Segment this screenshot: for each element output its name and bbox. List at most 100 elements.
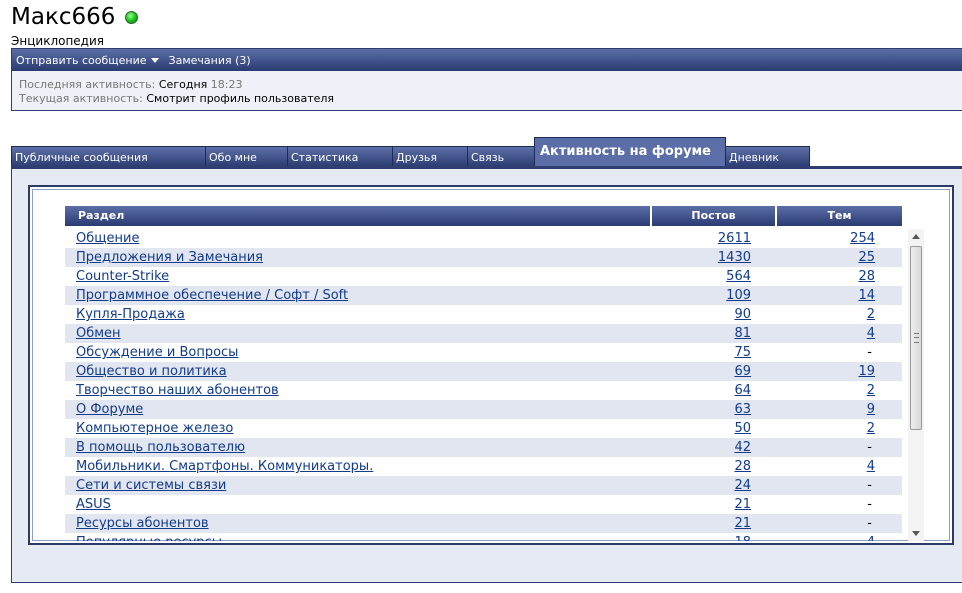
table-row: О Форуме 63 9: [65, 400, 902, 419]
last-activity-label: Последняя активность:: [19, 78, 156, 91]
tab-statistics[interactable]: Статистика: [287, 146, 393, 167]
threads-count-link[interactable]: 14: [751, 286, 875, 305]
forum-section-link[interactable]: Ресурсы абонентов: [65, 514, 638, 533]
threads-count-link[interactable]: 4: [751, 533, 875, 541]
threads-count-link[interactable]: 4: [751, 324, 875, 343]
threads-count-link[interactable]: 28: [751, 267, 875, 286]
table-row: Обсуждение и Вопросы 75 -: [65, 343, 902, 362]
posts-count-link[interactable]: 21: [638, 514, 751, 533]
table-row: Предложения и Замечания 1430 25: [65, 248, 902, 267]
tab-forum-activity[interactable]: Активность на форуме: [534, 137, 726, 167]
posts-count-link[interactable]: 63: [638, 400, 751, 419]
posts-count-link[interactable]: 109: [638, 286, 751, 305]
username: Макс666: [11, 4, 116, 30]
tab-about-me[interactable]: Обо мне: [205, 146, 288, 167]
threads-count-link[interactable]: 2: [751, 419, 875, 438]
profile-tabs: Публичные сообщения Обо мне Статистика Д…: [11, 137, 962, 167]
table-row: Мобильники. Смартфоны. Коммуникаторы. 28 4: [65, 457, 902, 476]
forum-section-link[interactable]: Купля-Продажа: [65, 305, 638, 324]
threads-count-link: -: [867, 497, 872, 512]
threads-count-link: -: [867, 478, 872, 493]
table-row: Программное обеспечение / Софт / Soft 109…: [65, 286, 902, 305]
profile-action-bar: Отправить сообщение Замечания (3): [12, 49, 962, 71]
posts-count-link[interactable]: 2611: [638, 229, 751, 248]
threads-count-link[interactable]: 19: [751, 362, 875, 381]
table-row: Купля-Продажа 90 2: [65, 305, 902, 324]
forum-section-link[interactable]: В помощь пользователю: [65, 438, 638, 457]
warnings-link[interactable]: Замечания (3): [169, 54, 251, 67]
posts-count-link[interactable]: 64: [638, 381, 751, 400]
scroll-up-icon[interactable]: [912, 234, 920, 239]
scrollbar[interactable]: [908, 229, 924, 541]
grip-icon: [914, 333, 919, 343]
last-activity: Последняя активность: Сегодня 18:23: [19, 78, 242, 91]
threads-count-link: -: [867, 345, 872, 360]
table-row: ASUS 21 -: [65, 495, 902, 514]
tab-blog[interactable]: Дневник: [725, 146, 810, 167]
table-row: Популярные ресурсы184: [65, 533, 902, 541]
posts-count-link[interactable]: 50: [638, 419, 751, 438]
tab-public-messages[interactable]: Публичные сообщения: [11, 146, 206, 167]
forum-section-link[interactable]: Предложения и Замечания: [65, 248, 638, 267]
forum-section-link[interactable]: Мобильники. Смартфоны. Коммуникаторы.: [65, 457, 638, 476]
tab-content-panel: Раздел Постов Тем Общение 2611 254 Предложе…: [11, 168, 962, 583]
forum-activity-list: Общение 2611 254 Предложения и Замечания 143…: [65, 229, 902, 541]
threads-count-link[interactable]: 25: [751, 248, 875, 267]
forum-section-link[interactable]: Популярные ресурсы: [65, 533, 638, 541]
forum-section-link[interactable]: Общество и политика: [65, 362, 638, 381]
forum-section-link[interactable]: О Форуме: [65, 400, 638, 419]
send-message-menu[interactable]: Отправить сообщение: [16, 54, 159, 67]
tab-contact[interactable]: Связь: [467, 146, 535, 167]
send-message-label: Отправить сообщение: [16, 53, 147, 67]
posts-count-link[interactable]: 564: [638, 267, 751, 286]
table-row: Компьютерное железо 50 2: [65, 419, 902, 438]
forum-section-link[interactable]: Counter-Strike: [65, 267, 638, 286]
column-header-section: Раздел: [65, 206, 650, 226]
forum-section-link[interactable]: Обсуждение и Вопросы: [65, 343, 638, 362]
posts-count-link[interactable]: 18: [638, 533, 751, 541]
posts-count-link[interactable]: 21: [638, 495, 751, 514]
table-row: Творчество наших абонентов 64 2: [65, 381, 902, 400]
scrollbar-thumb[interactable]: [910, 246, 922, 430]
table-row: Общество и политика 69 19: [65, 362, 902, 381]
posts-count-link[interactable]: 24: [638, 476, 751, 495]
column-header-posts: Постов: [652, 206, 775, 226]
forum-section-link[interactable]: Сети и системы связи: [65, 476, 638, 495]
scroll-down-icon[interactable]: [912, 531, 920, 536]
current-activity-label: Текущая активность:: [19, 92, 143, 105]
table-row: В помощь пользователю 42 -: [65, 438, 902, 457]
posts-count-link[interactable]: 42: [638, 438, 751, 457]
posts-count-link[interactable]: 90: [638, 305, 751, 324]
profile-header: Отправить сообщение Замечания (3) Послед…: [11, 48, 962, 111]
posts-count-link[interactable]: 81: [638, 324, 751, 343]
table-row: Общение 2611 254: [65, 229, 902, 248]
threads-count-link[interactable]: 2: [751, 305, 875, 324]
forum-section-link[interactable]: Обмен: [65, 324, 638, 343]
threads-count-link[interactable]: 254: [751, 229, 875, 248]
last-activity-day: Сегодня: [158, 78, 208, 91]
current-activity-value: Смотрит профиль пользователя: [146, 92, 335, 105]
user-title: Энциклопедия: [11, 34, 104, 48]
posts-count-link[interactable]: 69: [638, 362, 751, 381]
tab-friends[interactable]: Друзья: [392, 146, 468, 167]
forum-section-link[interactable]: Компьютерное железо: [65, 419, 638, 438]
posts-count-link[interactable]: 75: [638, 343, 751, 362]
table-row: Обмен 81 4: [65, 324, 902, 343]
threads-count-link[interactable]: 2: [751, 381, 875, 400]
table-row: Counter-Strike 564 28: [65, 267, 902, 286]
table-row: Сети и системы связи 24 -: [65, 476, 902, 495]
forum-section-link[interactable]: Общение: [65, 229, 638, 248]
posts-count-link[interactable]: 1430: [638, 248, 751, 267]
forum-activity-frame: Раздел Постов Тем Общение 2611 254 Предложе…: [28, 185, 954, 545]
posts-count-link[interactable]: 28: [638, 457, 751, 476]
forum-section-link[interactable]: Программное обеспечение / Софт / Soft: [65, 286, 638, 305]
threads-count-link[interactable]: 4: [751, 457, 875, 476]
threads-count-link: -: [867, 440, 872, 455]
table-header: Раздел Постов Тем: [65, 206, 902, 226]
last-activity-time: 18:23: [210, 78, 243, 91]
forum-section-link[interactable]: ASUS: [65, 495, 638, 514]
forum-section-link[interactable]: Творчество наших абонентов: [65, 381, 638, 400]
threads-count-link[interactable]: 9: [751, 400, 875, 419]
current-activity: Текущая активность: Смотрит профиль поль…: [19, 92, 334, 105]
online-status-icon: [125, 11, 138, 24]
